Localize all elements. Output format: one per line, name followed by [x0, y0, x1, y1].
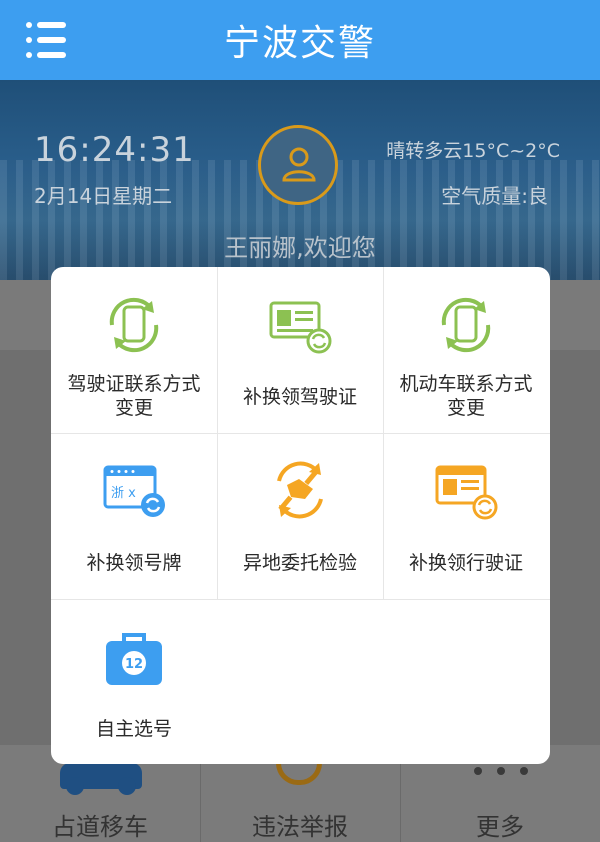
pick-number-text: 12 — [125, 657, 143, 672]
number-pick-icon: 12 — [106, 633, 162, 685]
menu-item-license-contact[interactable]: 驾驶证联系方式 变更 — [51, 267, 217, 433]
menu-item-label: 机动车联系方式 变更 — [399, 373, 533, 419]
nav-label: 占道移车 — [52, 813, 148, 841]
clock-date: 2月14日星期二 — [34, 184, 173, 208]
menu-item-label: 异地委托检验 — [242, 552, 357, 574]
air-quality-text: 空气质量:良 — [441, 184, 548, 208]
menu-item-replace-plate[interactable]: 浙 x 补换领号牌 — [51, 433, 217, 599]
page-title: 宁波交警 — [223, 23, 376, 64]
welcome-text: 王丽娜,欢迎您 — [224, 234, 376, 262]
menu-item-label: 补换领号牌 — [86, 552, 182, 574]
handshake-tools-icon — [277, 461, 323, 519]
menu-icon[interactable] — [26, 22, 66, 58]
weather-text: 晴转多云15°C~2°C — [386, 140, 560, 162]
nav-label: 违法举报 — [252, 813, 348, 841]
menu-item-label: 补换领驾驶证 — [242, 386, 357, 408]
menu-item-remote-inspection[interactable]: 异地委托检验 — [217, 433, 383, 599]
car-icon — [60, 763, 142, 795]
clock-time: 16:24:31 — [34, 130, 195, 170]
phone-sync-icon — [441, 297, 491, 353]
menu-item-pick-number[interactable]: 12 自主选号 — [51, 599, 217, 764]
plate-text: 浙 x — [111, 486, 136, 501]
license-plate-icon: 浙 x — [103, 465, 165, 517]
avatar[interactable] — [258, 125, 338, 205]
user-icon — [282, 147, 316, 182]
nav-label: 更多 — [476, 813, 524, 841]
menu-item-label: 补换领行驶证 — [408, 552, 523, 574]
id-card-sync-icon — [269, 301, 332, 354]
menu-item-label: 自主选号 — [95, 718, 172, 740]
menu-item-vehicle-contact[interactable]: 机动车联系方式 变更 — [383, 267, 549, 433]
menu-item-label: 驾驶证联系方式 变更 — [67, 373, 201, 419]
phone-sync-icon — [109, 297, 159, 353]
vehicle-license-icon — [435, 465, 498, 520]
menu-item-replace-vehicle-license[interactable]: 补换领行驶证 — [383, 433, 549, 599]
hero-banner: 16:24:31 2月14日星期二 晴转多云15°C~2°C 空气质量:良 王丽… — [0, 80, 600, 280]
more-icon — [474, 767, 528, 775]
service-menu-dialog: 驾驶证联系方式 变更 补换领驾驶证 机动车联系方式 变更 浙 x 补换领号牌 异… — [51, 267, 550, 764]
app-header: 宁波交警 — [0, 0, 600, 80]
menu-item-replace-driver-license[interactable]: 补换领驾驶证 — [217, 267, 383, 433]
